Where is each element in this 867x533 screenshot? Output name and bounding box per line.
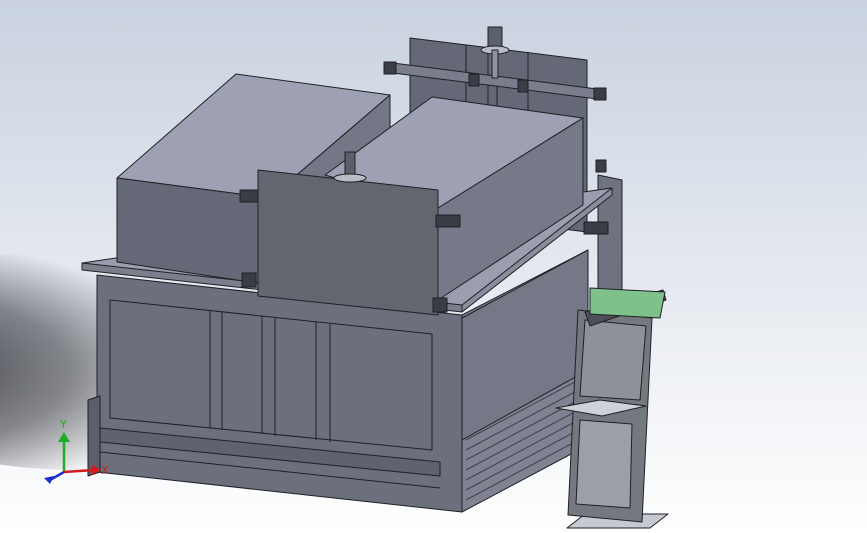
kiosk-screen[interactable] <box>589 287 666 319</box>
model-view[interactable]: Y X <box>0 0 867 533</box>
graphics-viewport[interactable]: Y X <box>0 0 867 533</box>
x-axis-label: X <box>101 464 109 477</box>
centre-cylinder[interactable] <box>344 151 356 177</box>
y-axis-label: Y <box>59 418 67 431</box>
